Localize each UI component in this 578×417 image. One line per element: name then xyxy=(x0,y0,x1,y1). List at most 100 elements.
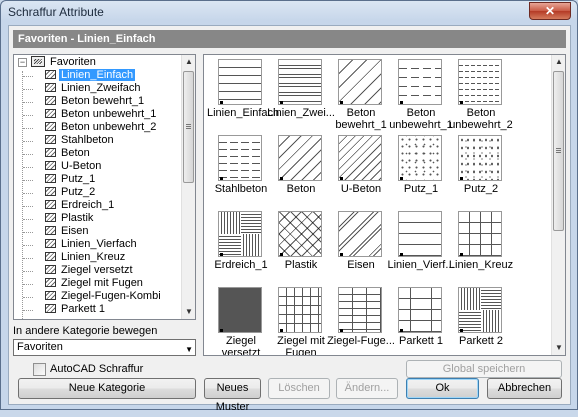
tree-guide-line xyxy=(23,180,33,181)
hatch-pattern-icon xyxy=(45,291,56,300)
tree-item[interactable]: Beton unbewehrt_2 xyxy=(45,121,158,134)
pattern-tile[interactable]: Linien_Zwei... xyxy=(267,57,335,133)
hatch-pattern-icon xyxy=(45,252,56,261)
pattern-label: Beton unbewehrt_2 xyxy=(449,107,513,131)
pattern-tile[interactable]: Beton bewehrt_1 xyxy=(331,57,391,133)
tree-item[interactable]: Plastik xyxy=(45,212,95,225)
change-button[interactable]: Ändern... xyxy=(336,378,398,399)
tree-item-label: Beton unbewehrt_1 xyxy=(61,108,157,120)
global-save-button[interactable]: Global speichern xyxy=(406,360,562,378)
tree-root[interactable]: Favoriten xyxy=(31,56,98,69)
tree-item[interactable]: Stahlbeton xyxy=(45,134,116,147)
hatch-preview-icon xyxy=(218,211,262,257)
pattern-tile[interactable]: Ziegel versetzt xyxy=(211,285,271,355)
tree-item-label: Parkett 1 xyxy=(61,303,106,315)
tree-item[interactable]: U-Beton xyxy=(45,160,103,173)
pattern-grid[interactable]: Linien_Einfach Linien_Zwei... Beton bewehr… xyxy=(203,54,566,356)
pattern-tile[interactable]: Erdreich_1 xyxy=(211,209,271,285)
pattern-tile[interactable]: U-Beton xyxy=(331,133,391,209)
pattern-label: Ziegel versetzt xyxy=(221,335,261,356)
chevron-down-icon: ▼ xyxy=(185,345,193,354)
new-category-button[interactable]: Neue Kategorie xyxy=(18,378,196,399)
pattern-tile[interactable]: Linien_Kreuz xyxy=(449,209,513,285)
autocad-checkbox[interactable] xyxy=(33,363,46,376)
tree-item[interactable]: Ziegel mit Fugen xyxy=(45,277,145,290)
tree-item[interactable]: Linien_Vierfach xyxy=(45,238,139,251)
scroll-down-icon[interactable]: ▼ xyxy=(183,305,195,319)
cancel-button[interactable]: Abbrechen xyxy=(487,378,562,399)
tree-item[interactable]: Ziegel-Fugen-Kombi xyxy=(45,290,163,303)
category-header: Favoriten - Linien_Einfach xyxy=(13,30,566,48)
scroll-up-icon[interactable]: ▲ xyxy=(553,55,565,69)
hatch-pattern-icon xyxy=(45,70,56,79)
hatch-folder-icon xyxy=(31,56,45,67)
pattern-tile[interactable]: Ziegel-Fuge... xyxy=(327,285,395,355)
pattern-label: U-Beton xyxy=(340,183,382,195)
pattern-label: Beton bewehrt_1 xyxy=(335,107,387,131)
hatch-pattern-icon xyxy=(45,109,56,118)
tree-scrollbar[interactable]: ▲ ▼ xyxy=(181,55,195,319)
tree-item[interactable]: Linien_Einfach xyxy=(45,68,137,82)
new-pattern-button[interactable]: Neues Muster xyxy=(204,378,261,413)
category-select[interactable]: Favoriten ▼ xyxy=(13,339,196,356)
ok-button[interactable]: Ok xyxy=(406,378,479,399)
close-button[interactable]: ✕ xyxy=(529,2,571,20)
title-bar[interactable]: Schraffur Attribute ✕ xyxy=(1,1,577,23)
hatch-preview-icon xyxy=(278,59,322,105)
hatch-pattern-icon xyxy=(45,239,56,248)
hatch-pattern-icon xyxy=(45,278,56,287)
tree-item[interactable]: Beton bewehrt_1 xyxy=(45,95,146,108)
scroll-down-icon[interactable]: ▼ xyxy=(553,341,565,355)
tree-item[interactable]: Putz_1 xyxy=(45,173,97,186)
hatch-preview-icon xyxy=(218,59,262,105)
tree-item[interactable]: Beton unbewehrt_1 xyxy=(45,108,158,121)
pattern-label: Putz_1 xyxy=(403,183,439,195)
tree-item[interactable]: Eisen xyxy=(45,225,91,238)
tree-item[interactable]: Beton xyxy=(45,147,92,160)
tree-item-label: Beton unbewehrt_2 xyxy=(61,121,157,133)
tree-item-label: Beton xyxy=(61,147,90,159)
collapse-icon[interactable]: − xyxy=(18,58,27,67)
pattern-label: Beton unbewehrt_1 xyxy=(389,107,453,131)
pattern-tile[interactable]: Parkett 1 xyxy=(391,285,451,355)
hatch-pattern-icon xyxy=(45,122,56,131)
hatch-preview-icon xyxy=(218,135,262,181)
tree-item-label: Ziegel versetzt xyxy=(61,264,133,276)
pattern-tile[interactable]: Ziegel mit Fugen xyxy=(271,285,331,355)
pattern-label: Plastik xyxy=(284,259,318,271)
tree-item-label: Ziegel mit Fugen xyxy=(61,277,143,289)
pattern-tile[interactable]: Putz_2 xyxy=(451,133,511,209)
tree-item[interactable]: Erdreich_1 xyxy=(45,199,116,212)
tree-guide-line xyxy=(23,232,33,233)
tree-item[interactable]: Putz_2 xyxy=(45,186,97,199)
tree-item[interactable]: Linien_Zweifach xyxy=(45,82,143,95)
tree-guide-line xyxy=(23,258,33,259)
tree-item[interactable]: Linien_Kreuz xyxy=(45,251,127,264)
pattern-tile[interactable]: Eisen xyxy=(331,209,391,285)
pattern-tile[interactable]: Beton unbewehrt_2 xyxy=(449,57,513,133)
hatch-preview-icon xyxy=(458,211,502,257)
tree-item[interactable]: Ziegel versetzt xyxy=(45,264,135,277)
pattern-label: Parkett 1 xyxy=(398,335,444,347)
pattern-tile[interactable]: Parkett 2 xyxy=(451,285,511,355)
scroll-thumb[interactable] xyxy=(553,71,564,231)
hatch-pattern-icon xyxy=(45,174,56,183)
tree-item-label: Linien_Zweifach xyxy=(61,82,141,94)
pattern-tile[interactable]: Beton xyxy=(271,133,331,209)
delete-button[interactable]: Löschen xyxy=(268,378,330,399)
scroll-up-icon[interactable]: ▲ xyxy=(183,55,195,69)
pattern-tile[interactable]: Putz_1 xyxy=(391,133,451,209)
pattern-tile[interactable]: Linien_Vierf... xyxy=(387,209,455,285)
tree-item-label: Ziegel-Fugen-Kombi xyxy=(61,290,161,302)
pattern-tree[interactable]: − Favoriten Linien_Einfach Linien_Zweifac… xyxy=(13,54,196,320)
grid-scrollbar[interactable]: ▲ ▼ xyxy=(551,55,565,355)
tree-item-label: Plastik xyxy=(61,212,94,224)
tree-item[interactable]: Parkett 1 xyxy=(45,303,107,316)
pattern-tile[interactable]: Beton unbewehrt_1 xyxy=(389,57,453,133)
tree-item-label: Putz_2 xyxy=(61,186,96,198)
tree-guide-line xyxy=(23,102,33,103)
pattern-tile[interactable]: Linien_Einfach xyxy=(207,57,279,133)
pattern-tile[interactable]: Stahlbeton xyxy=(211,133,271,209)
pattern-tile[interactable]: Plastik xyxy=(271,209,331,285)
scroll-thumb[interactable] xyxy=(183,71,194,183)
